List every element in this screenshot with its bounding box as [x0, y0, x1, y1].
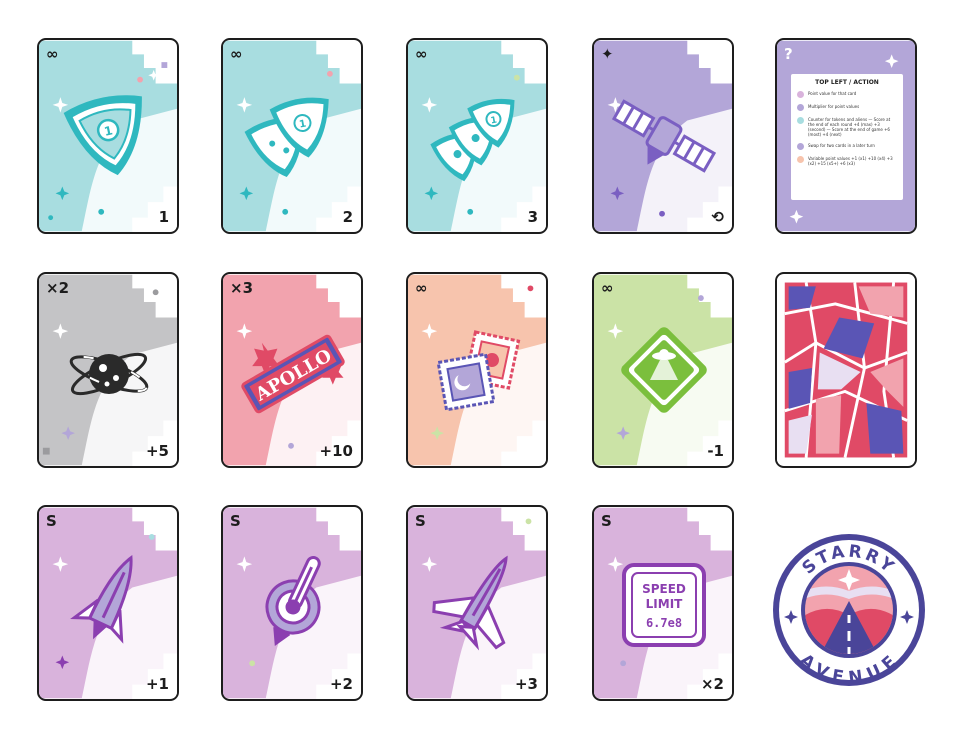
ufo-sign-icon: [621, 327, 707, 413]
rule-swap: Swap for two cards in a later turn: [797, 143, 897, 150]
shuttle-wheel-icon: [265, 555, 321, 646]
rules-panel: TOP LEFT / ACTION Point value for that c…: [791, 74, 903, 200]
bottom-right-value: ×2: [700, 675, 724, 693]
top-left-symbol: ∞: [601, 279, 614, 297]
rule-point-value: Point value for that card: [797, 91, 897, 98]
apollo-ticket-icon: APOLLO: [241, 334, 345, 414]
card-lilac-speed-limit[interactable]: S SPEED LIMIT 6.7e8 ×2: [592, 505, 734, 701]
card-lilac-jet[interactable]: S +3: [406, 505, 548, 701]
card-pink-apollo[interactable]: ×3 APOLLO +10: [221, 272, 363, 468]
bottom-right-value: 2: [342, 208, 353, 226]
card-teal-pick-3[interactable]: ∞ 1 3: [406, 38, 548, 234]
planet-orbit-icon: [69, 352, 149, 396]
bottom-right-value: -1: [707, 442, 724, 460]
bottom-right-value: +3: [514, 675, 538, 693]
speed-sign-line2: LIMIT: [646, 597, 684, 611]
speed-limit-sign-icon: SPEED LIMIT 6.7e8: [622, 563, 706, 647]
card-peach-stamps[interactable]: ∞: [406, 272, 548, 468]
rule-counter: Counter for tokens and aliens — Score at…: [797, 117, 897, 137]
starry-avenue-logo: STARRY AVENUE: [773, 534, 925, 689]
bottom-right-value: +1: [145, 675, 169, 693]
card-teal-pick-2[interactable]: ∞ 1 2: [221, 38, 363, 234]
card-lilac-rocket[interactable]: S +1: [37, 505, 179, 701]
card-lilac-shuttle[interactable]: S +2: [221, 505, 363, 701]
speed-sign-line1: SPEED: [642, 582, 686, 596]
rules-title: TOP LEFT / ACTION: [815, 79, 879, 86]
stamps-icon: [436, 330, 521, 412]
card-back-pattern: [777, 274, 915, 466]
card-green-ufo[interactable]: ∞ -1: [592, 272, 734, 468]
top-left-symbol: S: [415, 512, 426, 530]
top-left-symbol: S: [46, 512, 57, 530]
bottom-right-value: +10: [319, 442, 353, 460]
top-left-symbol: ∞: [230, 45, 243, 63]
rocket-icon: [70, 555, 133, 644]
bottom-right-value: 1: [158, 208, 169, 226]
top-left-symbol: ∞: [415, 45, 428, 63]
top-left-symbol: S: [601, 512, 612, 530]
bottom-right-value: 3: [527, 208, 538, 226]
card-gray-planet[interactable]: ×2 +5: [37, 272, 179, 468]
satellite-icon: [611, 99, 717, 173]
rule-variable: Variable point values +1 (x1) +10 (x4) +…: [797, 156, 897, 166]
rule-multiplier: Multiplier for point values: [797, 104, 897, 111]
top-left-symbol: ?: [784, 45, 793, 63]
bottom-right-value: ⟲: [711, 208, 724, 226]
top-left-symbol: ×2: [46, 279, 70, 297]
card-rules-reference[interactable]: ? TOP LEFT / ACTION Point value for that…: [775, 38, 917, 234]
jet-icon: [432, 555, 508, 651]
top-left-symbol: ×3: [230, 279, 254, 297]
pick-3-icon: 1: [430, 98, 515, 182]
top-left-symbol: ∞: [415, 279, 428, 297]
card-violet-satellite[interactable]: ✦ ⟲: [592, 38, 734, 234]
top-left-symbol: ✦: [601, 45, 614, 63]
speed-sign-line3: 6.7e8: [646, 616, 682, 630]
pick-1-icon: 1: [63, 95, 142, 176]
bottom-right-value: +2: [329, 675, 353, 693]
pick-2-icon: 1: [244, 97, 329, 178]
card-back[interactable]: [775, 272, 917, 468]
card-teal-pick-1[interactable]: ∞ 1 1: [37, 38, 179, 234]
top-left-symbol: S: [230, 512, 241, 530]
bottom-right-value: +5: [145, 442, 169, 460]
top-left-symbol: ∞: [46, 45, 59, 63]
